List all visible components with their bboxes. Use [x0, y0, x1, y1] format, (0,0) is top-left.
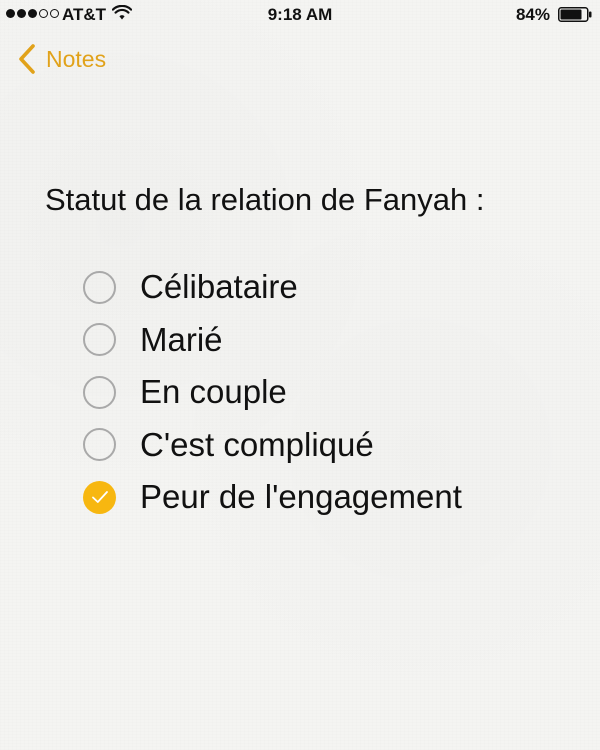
battery-percentage: 84% — [515, 5, 550, 24]
checklist-item-label: Peur de l'engagement — [140, 478, 462, 516]
checkbox-circle-icon[interactable] — [83, 323, 116, 357]
checkbox-circle-icon[interactable] — [83, 270, 116, 304]
checkmark-circle-icon[interactable] — [83, 480, 116, 514]
checklist-item-label: En couple — [140, 373, 287, 411]
checkbox-circle-icon[interactable] — [83, 428, 116, 462]
checklist-item[interactable]: Célibataire — [83, 261, 462, 314]
back-button[interactable]: Notes — [18, 44, 106, 74]
clock: 9:18 AM — [267, 5, 333, 24]
battery-icon — [558, 7, 592, 22]
status-bar: AT&T 9:18 AM 84% — [0, 0, 600, 30]
back-button-label: Notes — [46, 45, 107, 72]
checklist-item[interactable]: C'est compliqué — [83, 419, 462, 472]
checklist-item-label: Marié — [140, 320, 223, 358]
checklist-item-label: C'est compliqué — [140, 425, 374, 463]
chevron-left-icon — [19, 44, 35, 74]
checklist: Célibataire Marié En couple C'est compli… — [83, 261, 462, 524]
checklist-item[interactable]: En couple — [83, 366, 462, 419]
checklist-item-label: Célibataire — [140, 268, 298, 306]
checklist-item[interactable]: Marié — [83, 314, 462, 367]
note-title[interactable]: Statut de la relation de Fanyah : — [45, 182, 484, 218]
checklist-item[interactable]: Peur de l'engagement — [83, 471, 462, 524]
checkbox-circle-icon[interactable] — [83, 375, 116, 409]
